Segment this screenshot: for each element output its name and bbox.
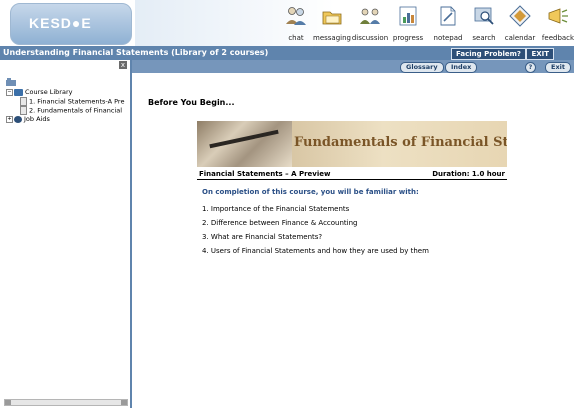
logo-text: KESD●E [29,15,92,31]
glossary-button[interactable]: Glossary [400,62,444,73]
feedback-icon [548,8,568,24]
tree-item-label: Course Library [25,88,73,96]
chat-icon [286,7,306,25]
objective-item: 3. What are Financial Statements? [202,233,323,241]
banner-title: Fundamentals of Financial Statements [294,135,507,150]
feedback-label: feedback [541,34,574,42]
course-title: Understanding Financial Statements (Libr… [3,48,269,57]
tree-item-course-2[interactable]: 2. Fundamentals of Financial [6,106,124,115]
expand-toggle[interactable]: + [6,115,13,123]
index-button[interactable]: Index [445,62,478,73]
course-banner: Fundamentals of Financial Statements [197,121,507,167]
top-exit-button[interactable]: EXIT [526,48,554,60]
page-heading: Before You Begin... [148,98,235,107]
close-panel-button[interactable]: x [119,61,127,69]
course-tree: − Course Library 1. Financial Statements-… [6,88,124,124]
tree-item-job-aids[interactable]: + Job Aids [6,115,124,124]
calendar-icon [509,5,531,27]
tree-item-label: 1. Financial Statements-A Pre [29,97,125,106]
panel-header: x [0,60,130,71]
collapse-toggle[interactable]: − [6,88,13,96]
notepad-icon [440,6,456,26]
document-icon [20,97,27,106]
library-root-icon [6,78,16,86]
course-duration: Duration: 1.0 hour [432,170,505,178]
progress-icon [399,6,417,26]
exit-button[interactable]: Exit [545,62,571,73]
app-header: KESD●E chat messaging discussion progres… [0,0,574,46]
folder-icon [14,88,23,96]
objective-item: 2. Difference between Finance & Accounti… [202,219,358,227]
tree-item-course-library[interactable]: − Course Library [6,88,124,97]
messaging-icon [322,11,342,25]
search-icon [474,7,494,25]
scroll-right-arrow[interactable] [121,400,127,405]
completion-intro: On completion of this course, you will b… [202,188,419,196]
facing-problem-button[interactable]: Facing Problem? [451,48,526,60]
content-nav-bar: Glossary Index ? Exit [132,60,574,73]
course-title-bar: Understanding Financial Statements (Libr… [0,46,574,60]
scroll-left-arrow[interactable] [5,400,11,405]
tree-item-label: Job Aids [24,115,50,123]
course-name: Financial Statements – A Preview [199,170,331,178]
help-button[interactable]: ? [525,62,536,73]
objective-item: 4. Users of Financial Statements and how… [202,247,429,255]
discussion-icon [360,8,380,24]
learning-objectives: 1. Importance of the Financial Statement… [202,202,429,258]
kesdee-logo: KESD●E [10,3,132,45]
globe-icon [14,115,22,123]
document-icon [20,106,27,115]
course-content: Before You Begin... Fundamentals of Fina… [134,73,574,408]
tree-item-course-1[interactable]: 1. Financial Statements-A Pre [6,97,124,106]
course-tree-panel: x − Course Library 1. Financial Statement… [0,60,132,408]
tree-item-label: 2. Fundamentals of Financial [29,106,123,115]
horizontal-scrollbar[interactable] [4,399,128,406]
course-meta: Financial Statements – A Preview Duratio… [197,169,507,180]
objective-item: 1. Importance of the Financial Statement… [202,205,350,213]
feedback-button[interactable]: feedback [538,4,574,44]
